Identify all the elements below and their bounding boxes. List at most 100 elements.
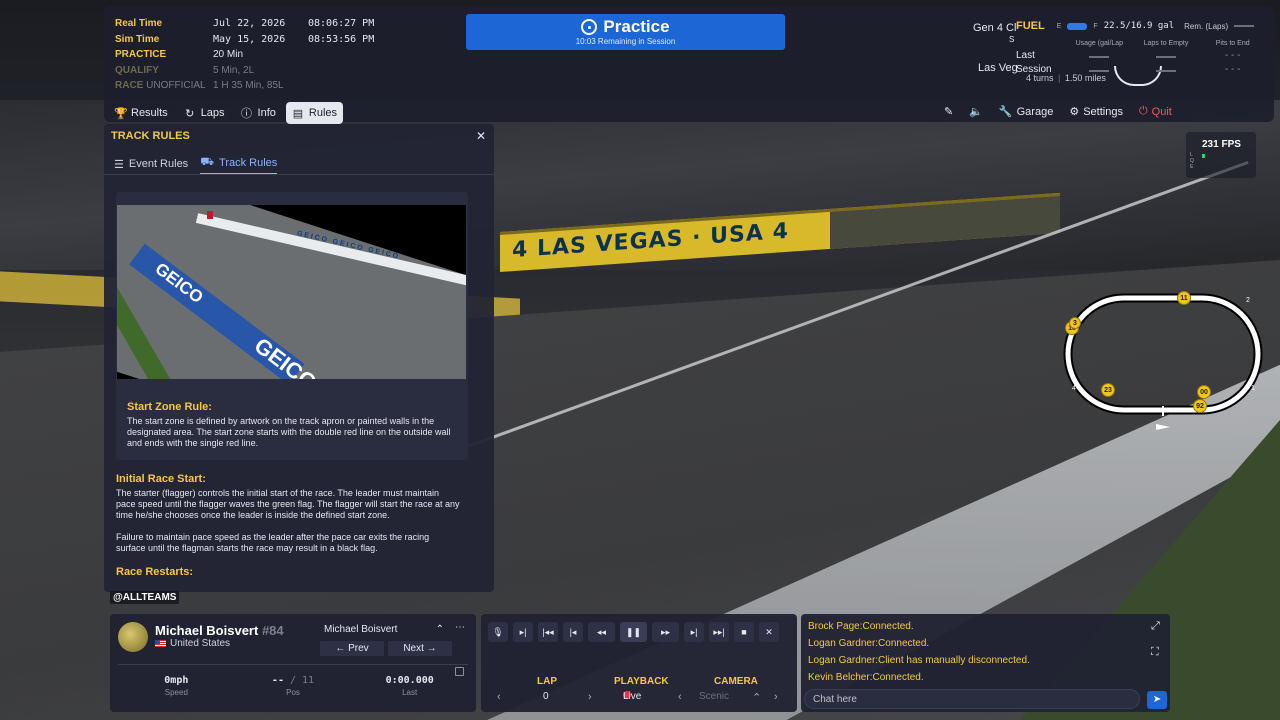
skip-end-icon[interactable]: ▸▸| [709,622,729,642]
schedule: Real Time Jul 22, 2026 08:06:27 PM Sim T… [115,16,374,94]
playback-panel: 🎙 ▸| |◂◂ |◂ ◂◂ ❚❚ ▸▸ ▸| ▸▸| ■ ✕ LAP PLAY… [481,614,797,712]
tools-icon[interactable]: ✕ [759,622,779,642]
tab-info[interactable]: ⓘ Info [235,102,282,124]
camera-value: Scenic [699,691,730,702]
car-marker[interactable]: 92 [1193,399,1207,413]
rules-subtabs: ☰ Event Rules ⛟ Track Rules [114,156,278,175]
rules-icon: ▤ [292,107,304,120]
fps-value: 231 FPS [1202,139,1241,150]
driver-nav: ← Prev Next → [320,641,452,656]
lap-label: LAP [537,676,557,687]
start-zone-card: GEICO GEICO GEICO GEICO GEICO Start Zone… [116,192,468,460]
track-map: 11 18 3 23 00 92 1 2 4 [1058,284,1268,432]
tab-track-rules[interactable]: ⛟ Track Rules [200,156,278,175]
helmet-icon [118,622,148,652]
start-zone-text: The start zone is defined by artwork on … [127,416,451,448]
chat-log: Brock Page:Connected. Logan Gardner:Conn… [808,618,1030,686]
chat-message: Kevin Belcher:Connected. [808,672,924,683]
settings-button[interactable]: ⚙ Settings [1065,102,1127,121]
fps-counter: 231 FPS L Q E [1186,132,1256,178]
skip-start-icon[interactable]: |◂◂ [538,622,558,642]
fuel-row-last: Last - - - [1016,50,1241,61]
driver-panel: Michael Boisvert #84 United States Micha… [110,614,476,712]
driver-select[interactable]: Michael Boisvert ⌃ [320,622,448,637]
panel-title: TRACK RULES [111,130,190,142]
info-icon: ⓘ [241,108,253,120]
camera-up-icon[interactable]: ⌃ [752,691,761,704]
schedule-row-practice: PRACTICE 20 Min [115,49,244,61]
stat-speed: 0mph Speed [164,675,189,697]
trophy-icon: 🏆 [114,107,128,120]
car-name-suffix: S [1009,35,1015,44]
driver-stats: 0mph Speed -- / 11 Pos 0:00.000 Last [118,664,468,704]
pause-icon[interactable]: ❚❚ [620,622,647,642]
lap-next-icon[interactable]: › [588,691,592,703]
start-zone-photo: GEICO GEICO GEICO GEICO GEICO [117,205,466,379]
car-marker[interactable]: 23 [1101,383,1115,397]
schedule-row-qualify: QUALIFY 5 Min, 2L [115,64,255,76]
session-remaining: 10:03 Remaining in Session [575,37,676,46]
chat-message: Logan Gardner:Client has manually discon… [808,655,1030,666]
lqe-labels: L Q E [1190,152,1194,170]
camera-label: CAMERA [714,676,758,687]
schedule-row-race: RACE UNOFFICIAL 1 H 35 Min, 85L [115,80,284,92]
power-icon: ⏻ [1138,105,1148,117]
track-rules-panel: TRACK RULES ✕ ☰ Event Rules ⛟ Track Rule… [104,124,494,592]
camera-next-icon[interactable]: › [774,691,778,703]
tab-event-rules[interactable]: ☰ Event Rules [114,156,188,175]
tab-laps[interactable]: ↻ Laps [178,102,231,124]
fuel-label: FUEL [1016,20,1045,32]
stat-pos: -- / 11 Pos [271,675,315,697]
schedule-row: Sim Time May 15, 2026 08:53:56 PM [115,33,375,45]
dock-icon[interactable]: ⛶ [1151,646,1159,659]
pencil-icon[interactable]: ✎ [940,102,957,121]
quit-button[interactable]: ⏻ Quit [1135,102,1176,121]
rewind-icon[interactable]: ◂◂ [588,622,615,642]
garage-button[interactable]: 🔧 Garage [995,102,1057,121]
frame-step-icon[interactable]: ▸| [513,622,533,642]
car-marker[interactable]: 11 [1177,291,1191,305]
car-marker[interactable]: 3 [1069,317,1081,329]
next-button[interactable]: Next → [388,641,452,656]
car-name: Gen 4 Cl [973,22,1017,34]
playback-controls: 🎙 ▸| |◂◂ |◂ ◂◂ ❚❚ ▸▸ ▸| ▸▸| ■ ✕ [488,622,779,642]
lap-prev-icon[interactable]: ‹ [497,691,501,703]
next-icon[interactable]: ▸| [684,622,704,642]
expand-icon[interactable]: ⤢ [1151,620,1160,633]
session-title: Practice [603,17,670,36]
track-map-outline [1063,293,1263,430]
more-icon[interactable]: ⋯ [455,622,465,633]
stat-last: 0:00.000 Last [385,675,434,697]
driver-name: Michael Boisvert #84 [155,623,284,638]
latency-indicator [1202,154,1205,158]
chat-message: Logan Gardner:Connected. [808,638,930,649]
initial-start-heading: Initial Race Start: [116,473,206,485]
send-button[interactable]: ➤ [1147,691,1167,709]
mic-icon[interactable]: 🎙 [488,622,508,642]
turn-label: 2 [1246,297,1250,304]
fuel-columns: Usage (gal/Lap Laps to Empty Pits to End [1075,40,1250,47]
gear-icon: ⚙ [1069,106,1080,118]
track-location: Las Veg [978,62,1018,74]
laps-icon: ↻ [185,107,195,120]
camera-prev-icon[interactable]: ‹ [678,691,682,703]
fuel-rem-label: Rem. (Laps) [1184,21,1229,31]
initial-start-text-2: Failure to maintain pace speed as the le… [116,532,430,553]
chat-input[interactable] [804,689,1140,709]
camera-icon[interactable]: ■ [734,622,754,642]
car-marker[interactable]: 00 [1197,385,1211,399]
close-icon[interactable]: ✕ [476,129,486,143]
turn-label: 1 [1251,385,1255,392]
us-flag-icon [155,640,166,647]
initial-start-text: The starter (flagger) controls the initi… [116,488,460,520]
prev-button[interactable]: ← Prev [320,641,384,656]
prev-icon[interactable]: |◂ [563,622,583,642]
tab-rules[interactable]: ▤ Rules [285,102,344,124]
fast-forward-icon[interactable]: ▸▸ [652,622,679,642]
speaker-icon[interactable]: 🔈 [965,102,987,121]
playback-label: PLAYBACK [614,676,669,687]
tab-results[interactable]: 🏆 Results [108,102,174,124]
allteams-tag: @ALLTEAMS [110,591,180,604]
fuel-row-session: Session - - - [1016,64,1241,75]
right-nav: ✎ 🔈 🔧 Garage ⚙ Settings ⏻ Quit [940,102,1176,121]
